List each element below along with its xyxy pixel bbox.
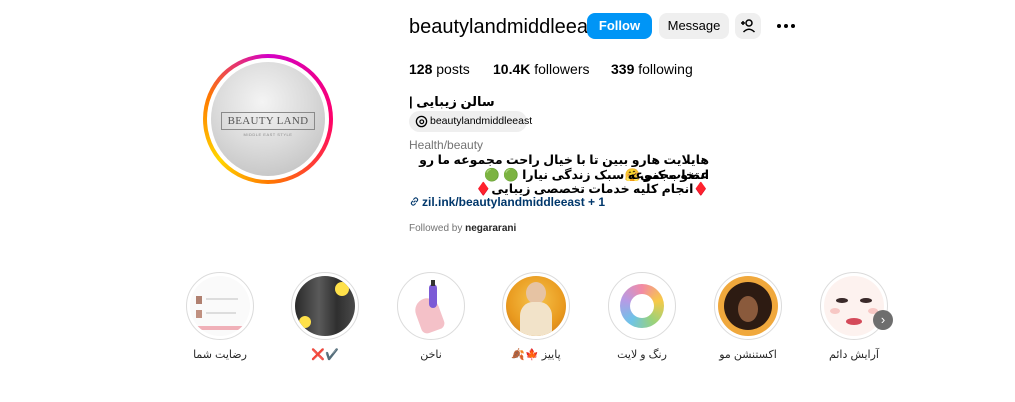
avatar-logo-subtext: MIDDLE EAST STYLE <box>243 132 293 137</box>
highlights-next-button[interactable]: › <box>873 310 893 330</box>
message-button[interactable]: Message <box>659 13 729 39</box>
highlight-label: رنگ و لایت <box>617 349 667 361</box>
person-plus-icon <box>741 19 756 33</box>
highlight-cover <box>186 272 254 340</box>
highlight-cover <box>608 272 676 340</box>
highlight-label: آرایش دائم <box>829 349 879 361</box>
chevron-right-icon: › <box>880 312 886 327</box>
threads-link-badge[interactable]: beautylandmiddleeast <box>409 111 532 132</box>
highlight-label: ناخن <box>420 349 442 361</box>
story-highlight[interactable]: ✔️❌ <box>291 272 359 361</box>
following-stat[interactable]: 339 following <box>611 61 693 77</box>
story-highlight[interactable]: رضایت شما <box>186 272 254 361</box>
follow-button[interactable]: Follow <box>587 13 652 39</box>
followers-stat[interactable]: 10.4K followers <box>493 61 590 77</box>
suggest-accounts-button[interactable] <box>735 13 761 39</box>
external-link-text: zil.ink/beautylandmiddleeast + 1 <box>422 195 606 209</box>
more-horizontal-icon <box>777 24 795 28</box>
story-highlight[interactable]: پاییز 🍁🍂 <box>502 272 570 361</box>
story-highlight[interactable]: اکستنشن مو <box>714 272 782 361</box>
avatar-image: BEAUTY LAND MIDDLE EAST STYLE <box>211 62 325 176</box>
posts-stat: 128 posts <box>409 61 470 77</box>
highlight-cover <box>820 272 888 340</box>
highlight-label: پاییز 🍁🍂 <box>511 349 561 361</box>
highlight-cover <box>714 272 782 340</box>
followed-by[interactable]: Followed by negararani <box>409 223 516 234</box>
profile-username: beautylandmiddleeast <box>409 16 604 38</box>
highlight-label: ✔️❌ <box>311 349 339 361</box>
threads-icon <box>415 115 428 128</box>
link-icon <box>410 197 419 206</box>
highlight-cover <box>397 272 465 340</box>
highlight-label: اکستنشن مو <box>719 349 777 361</box>
story-highlight[interactable]: رنگ و لایت <box>608 272 676 361</box>
story-highlight[interactable]: ناخن <box>397 272 465 361</box>
highlight-cover <box>291 272 359 340</box>
more-options-button[interactable] <box>774 15 798 37</box>
highlight-cover <box>502 272 570 340</box>
threads-handle: beautylandmiddleeast <box>430 115 533 127</box>
followed-by-user[interactable]: negararani <box>465 223 516 234</box>
avatar-logo-text: BEAUTY LAND <box>221 112 315 130</box>
profile-avatar[interactable]: BEAUTY LAND MIDDLE EAST STYLE <box>203 54 333 184</box>
profile-category: Health/beauty <box>409 138 484 152</box>
highlight-label: رضایت شما <box>193 349 247 361</box>
